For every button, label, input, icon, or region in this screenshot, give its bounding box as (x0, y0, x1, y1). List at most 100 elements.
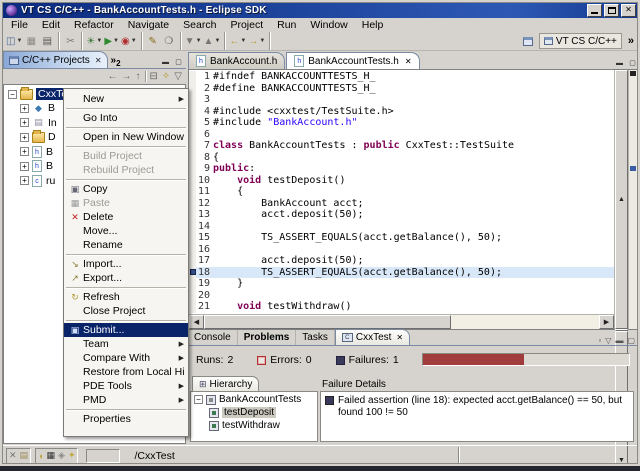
code-line-8[interactable]: 8{ (189, 152, 614, 164)
menu-edit[interactable]: Edit (35, 19, 67, 32)
save-icon[interactable]: ▦ (23, 33, 39, 49)
view-menu-icon[interactable]: ▽ (605, 336, 611, 345)
toolbar-overflow-chevron[interactable]: » (628, 35, 634, 47)
tree-expander-icon[interactable]: − (194, 395, 203, 404)
context-menu-item-submit[interactable]: ▣Submit... (64, 323, 188, 337)
perspective-button-cpp[interactable]: VT CS C/C++ (539, 33, 622, 49)
context-menu-item-close-project[interactable]: Close Project (64, 304, 188, 318)
context-menu-item-rename[interactable]: Rename (64, 238, 188, 252)
code-line-5[interactable]: 5#include "BankAccount.h" (189, 117, 614, 129)
context-menu-item-properties[interactable]: Properties (64, 412, 188, 426)
code-line-13[interactable]: 13 acct.deposit(50); (189, 209, 614, 221)
run-icon[interactable]: ▶▼ (103, 33, 120, 49)
tree-expander-icon[interactable]: + (20, 176, 29, 185)
horizontal-scroll-thumb[interactable] (204, 315, 451, 329)
context-menu-item-new[interactable]: New▶ (64, 92, 188, 106)
code-line-7[interactable]: 7class BankAccountTests : public CxxTest… (189, 140, 614, 152)
code-line-11[interactable]: 11 { (189, 186, 614, 198)
back-icon[interactable]: ← (108, 71, 118, 82)
context-menu-item-restore-from-local-history[interactable]: Restore from Local History... (64, 365, 188, 379)
back-icon[interactable]: ←▼ (228, 33, 247, 49)
hierarchy-item-testwithdraw[interactable]: testWithdraw (191, 419, 317, 432)
context-menu-item-compare-with[interactable]: Compare With▶ (64, 351, 188, 365)
minimize-button[interactable] (587, 4, 602, 17)
context-menu-item-pmd[interactable]: PMD▶ (64, 393, 188, 407)
forward-icon[interactable]: → (122, 71, 132, 82)
prev-annotation-icon[interactable]: ▲▼ (203, 33, 222, 49)
code-line-14[interactable]: 14 (189, 221, 614, 233)
code-line-21[interactable]: 21 void testWithdraw() (189, 301, 614, 313)
scroll-right-icon[interactable]: ▶ (599, 315, 614, 329)
view-tab-overflow[interactable]: »2 (111, 55, 121, 68)
menu-help[interactable]: Help (355, 19, 391, 32)
tab-cxxtest[interactable]: CCxxTest✕ (335, 329, 410, 345)
context-menu-item-go-into[interactable]: Go Into (64, 111, 188, 125)
tab-close-icon[interactable]: ✕ (95, 56, 102, 65)
close-button[interactable]: ✕ (621, 4, 636, 17)
debug-icon[interactable]: ☀▼ (85, 33, 103, 49)
code-line-16[interactable]: 16 (189, 244, 614, 256)
code-line-12[interactable]: 12 BankAccount acct; (189, 198, 614, 210)
menu-file[interactable]: File (4, 19, 35, 32)
code-line-4[interactable]: 4#include <cxxtest/TestSuite.h> (189, 106, 614, 118)
external-tools-icon[interactable]: ◉▼ (120, 33, 138, 49)
panel-filter-icon[interactable]: ▫ (598, 336, 601, 345)
print-icon[interactable]: ▤ (39, 33, 55, 49)
code-line-18[interactable]: 18 TS_ASSERT_EQUALS(acct.getBalance(), 5… (189, 267, 614, 279)
status-sync-icon[interactable]: ◈ (58, 450, 65, 461)
editor-tab-bankaccount.h[interactable]: hBankAccount.h (188, 52, 285, 69)
code-line-10[interactable]: 10 void testDeposit() (189, 175, 614, 187)
menu-refactor[interactable]: Refactor (67, 19, 121, 32)
panel-minimize-icon[interactable]: ▬ (615, 336, 623, 345)
tab-tasks[interactable]: Tasks (296, 330, 335, 345)
hierarchy-item-suite[interactable]: −BankAccountTests (191, 393, 317, 406)
code-line-15[interactable]: 15 TS_ASSERT_EQUALS(acct.getBalance(), 5… (189, 232, 614, 244)
status-clear-icon[interactable]: ✕ (9, 450, 17, 461)
failure-text[interactable]: Failed assertion (line 18): expected acc… (338, 395, 629, 419)
tab-close-icon[interactable]: ✕ (396, 333, 403, 342)
tree-expander-icon[interactable]: + (20, 104, 29, 113)
open-type-icon[interactable]: ✎ (145, 33, 161, 49)
context-menu-item-export[interactable]: ↗Export... (64, 271, 188, 285)
title-bar[interactable]: VT CS C/C++ - BankAccountTests.h - Eclip… (2, 2, 638, 18)
panel-maximize-icon[interactable]: ▢ (627, 336, 635, 345)
view-menu-icon[interactable]: ▽ (174, 71, 182, 82)
tab-console[interactable]: Console (188, 330, 238, 345)
tree-expander-icon[interactable]: + (20, 162, 29, 171)
tree-expander-icon[interactable]: + (20, 147, 29, 156)
new-wizard-icon[interactable]: ◫▼ (5, 33, 23, 49)
tab-problems[interactable]: Problems (238, 330, 297, 345)
editor-maximize-icon[interactable]: ▢ (627, 59, 638, 69)
editor-minimize-icon[interactable]: ▬ (614, 59, 625, 69)
scroll-up-icon[interactable]: ▲ (615, 70, 628, 329)
code-line-3[interactable]: 3 (189, 94, 614, 106)
status-sparkle-icon[interactable]: ✦ (68, 450, 76, 461)
code-line-17[interactable]: 17 acct.deposit(50); (189, 255, 614, 267)
tree-expander-icon[interactable]: + (20, 118, 29, 127)
scroll-left-icon[interactable]: ◀ (189, 315, 204, 329)
collapse-all-icon[interactable]: ⊟ (150, 71, 158, 82)
maximize-button[interactable] (604, 4, 619, 17)
context-menu-item-delete[interactable]: ✕Delete (64, 210, 188, 224)
menu-project[interactable]: Project (223, 19, 270, 32)
next-annotation-icon[interactable]: ▼▼ (184, 33, 203, 49)
context-menu-item-move[interactable]: Move... (64, 224, 188, 238)
overview-ruler[interactable] (628, 70, 637, 329)
context-menu-item-import[interactable]: ↘Import... (64, 257, 188, 271)
status-console-icon[interactable]: ▦ (47, 450, 56, 461)
code-line-6[interactable]: 6 (189, 129, 614, 141)
ruler-failure-marker[interactable] (630, 166, 636, 171)
view-maximize-icon[interactable]: ▢ (173, 58, 184, 68)
code-line-2[interactable]: 2#define BANKACCOUNTTESTS_H_ (189, 83, 614, 95)
menu-search[interactable]: Search (176, 19, 223, 32)
vertical-scrollbar[interactable]: ▲ ▼ (614, 70, 628, 329)
tab-cpp-projects[interactable]: C/C++ Projects ✕ (3, 51, 108, 68)
horizontal-scrollbar[interactable]: ◀ ▶ (189, 314, 614, 329)
tree-expander-icon[interactable]: − (8, 90, 17, 99)
code-editor[interactable]: 1#ifndef BANKACCOUNTTESTS_H_2#define BAN… (188, 69, 638, 330)
code-line-20[interactable]: 20 (189, 290, 614, 302)
tool-icon[interactable]: ✂ (62, 33, 78, 49)
tree-expander-icon[interactable]: + (20, 133, 29, 142)
context-menu-item-open-in-new-window[interactable]: Open in New Window (64, 130, 188, 144)
status-lamp-icon[interactable]: ◖ (38, 451, 43, 461)
